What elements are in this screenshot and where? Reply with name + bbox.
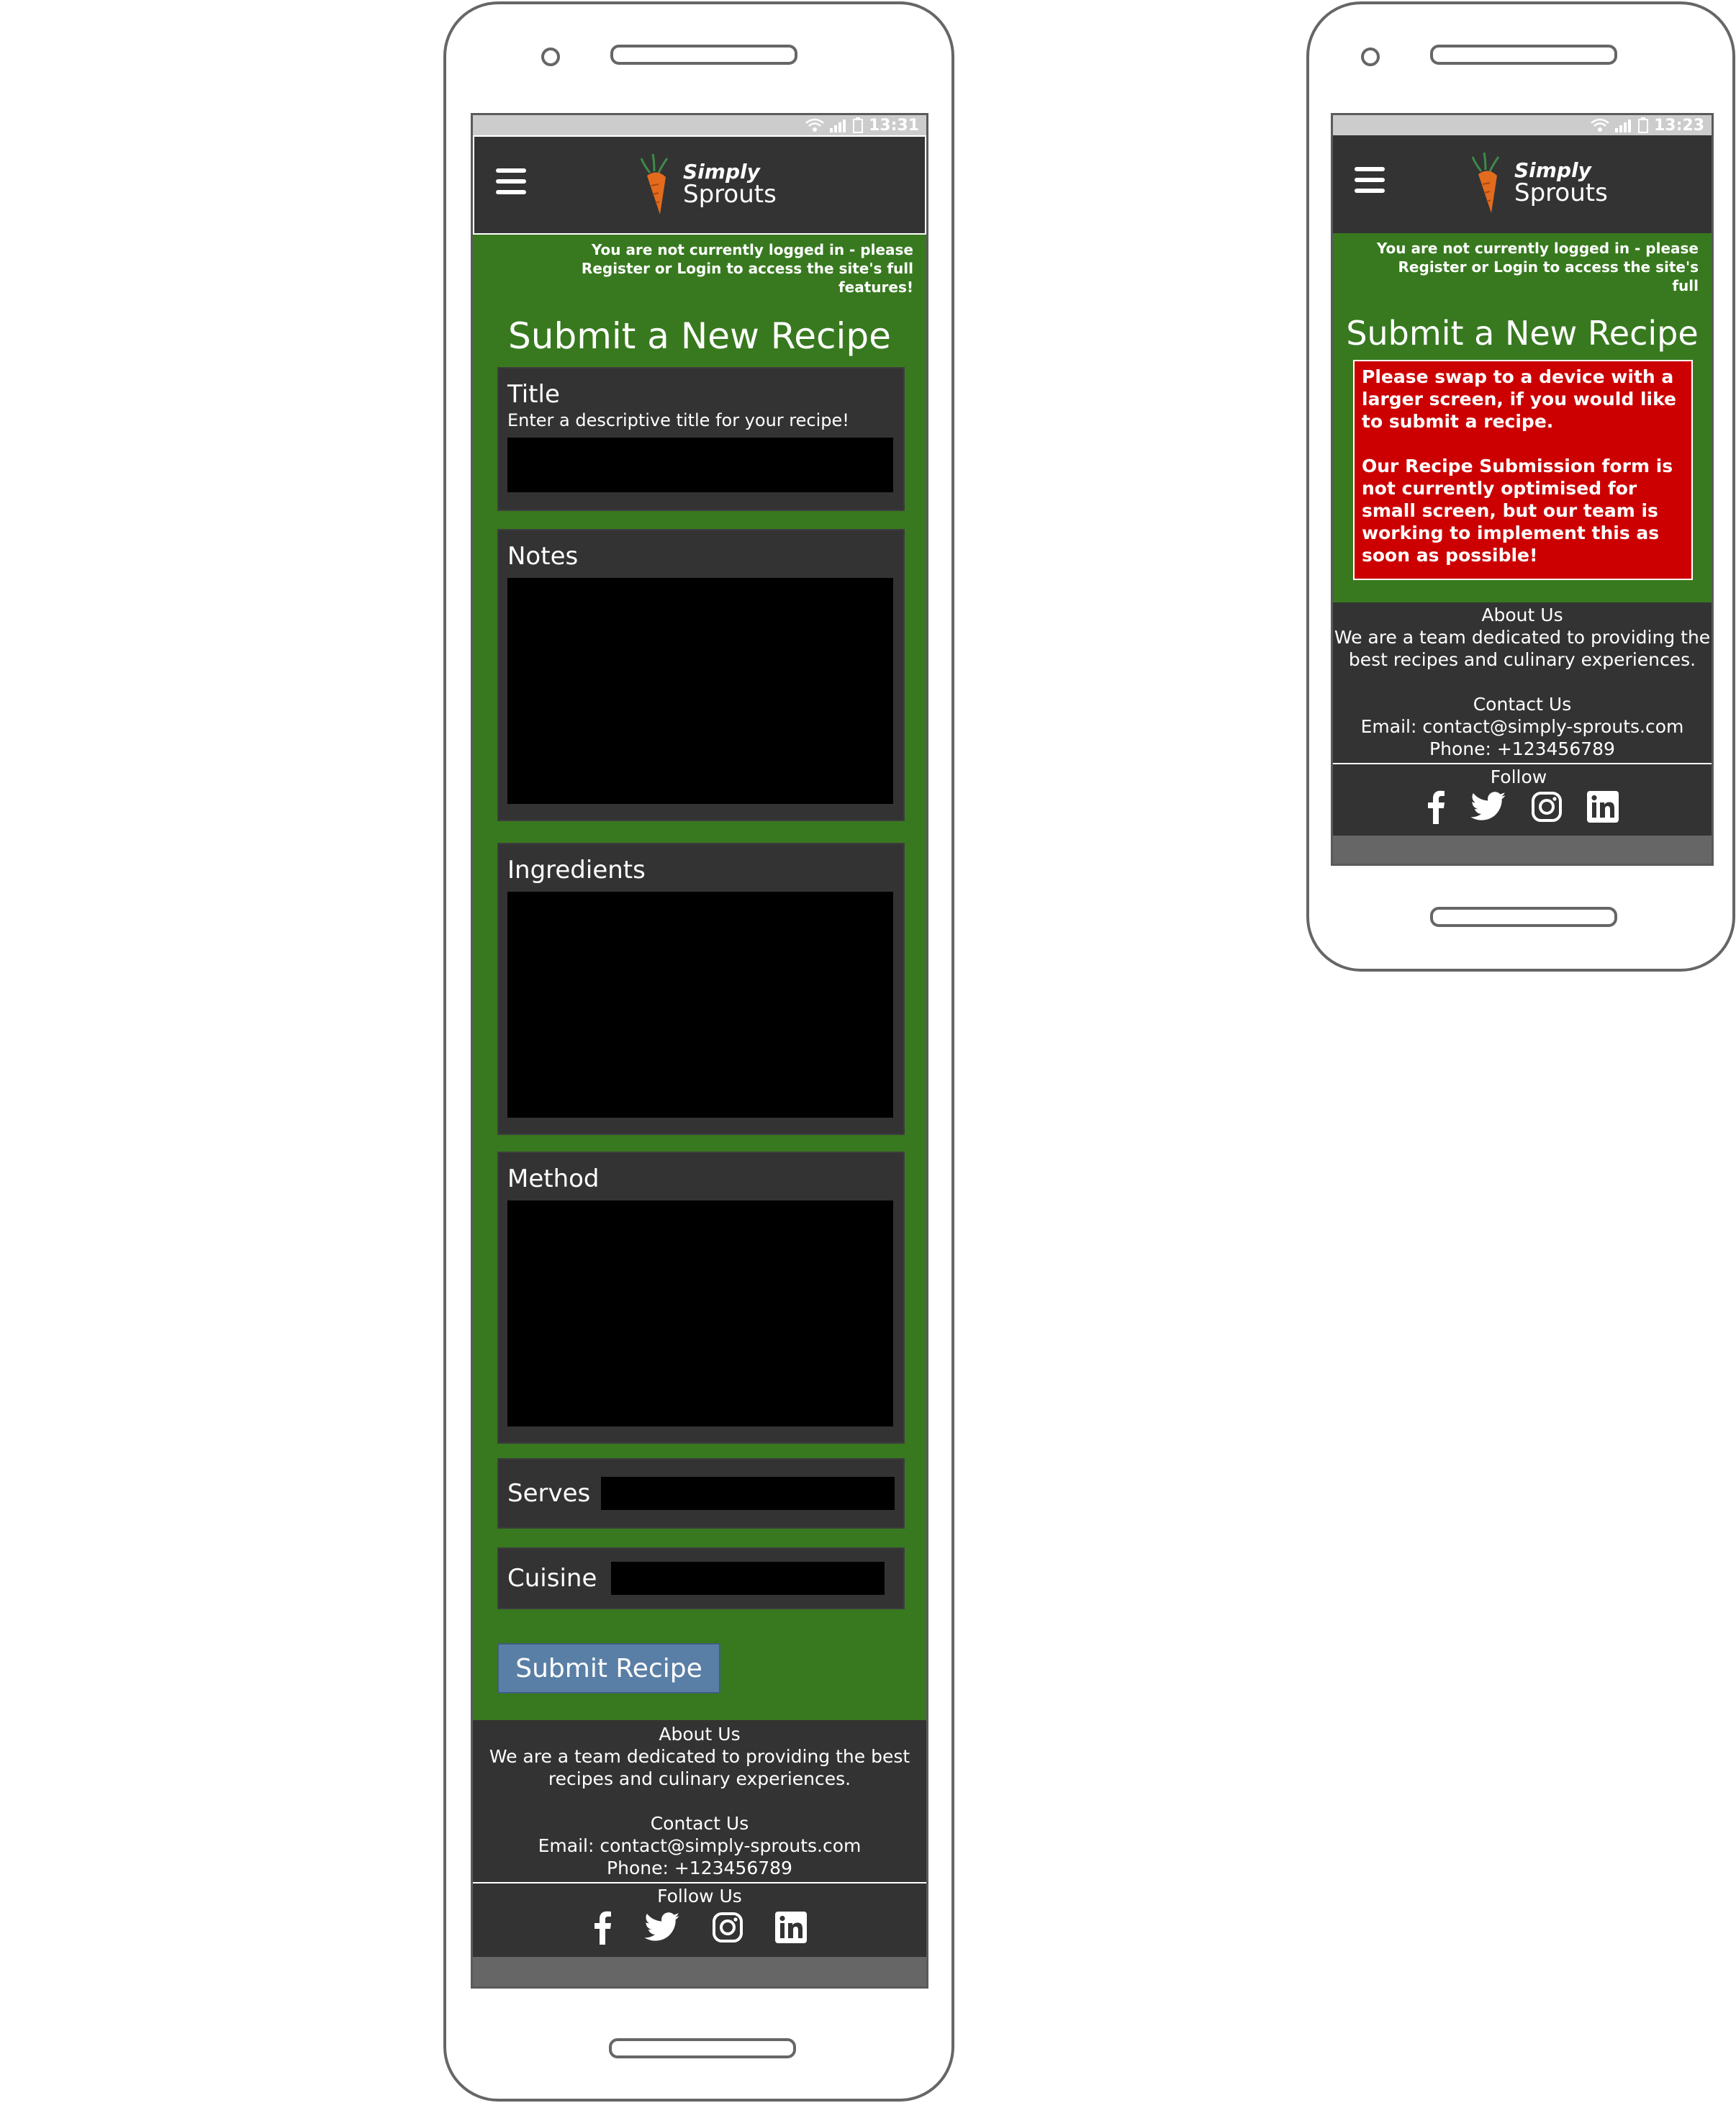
contact-email: Email: contact@simply-sprouts.com [538, 1835, 862, 1856]
page-title: Submit a New Recipe [508, 315, 891, 357]
site-logo[interactable]: Simply Sprouts [1468, 150, 1608, 216]
about-text-line2: recipes and culinary experiences. [548, 1768, 851, 1789]
logo-text-sprouts: Sprouts [1514, 178, 1608, 207]
ingredients-textarea[interactable] [507, 892, 893, 1118]
twitter-icon[interactable] [1470, 792, 1506, 822]
instagram-icon[interactable] [712, 1912, 743, 1943]
contact-email: Email: contact@simply-sprouts.com [1360, 716, 1684, 737]
speaker-grille [1430, 45, 1617, 65]
page-title: Submit a New Recipe [1346, 314, 1699, 353]
site-logo[interactable]: Simply Sprouts [637, 151, 777, 217]
login-notice: You are not currently logged in - please… [581, 241, 913, 296]
login-notice: You are not currently logged in - please… [1376, 240, 1699, 294]
title-help-text: Enter a descriptive title for your recip… [507, 410, 849, 430]
ingredients-field-panel: Ingredients [497, 843, 905, 1135]
follow-heading: Follow [1490, 766, 1547, 787]
linkedin-icon[interactable] [775, 1912, 807, 1943]
ingredients-label: Ingredients [507, 856, 646, 885]
cuisine-field-panel: Cuisine [497, 1547, 905, 1609]
screen-submit-form: 13:31 Simply Sprouts You are not current… [471, 113, 928, 1989]
status-bar: 13:23 [1333, 115, 1712, 135]
status-time: 13:31 [868, 116, 919, 135]
method-label: Method [507, 1164, 600, 1193]
follow-section: Follow Us [473, 1882, 926, 1948]
top-navbar: Simply Sprouts [1333, 135, 1712, 233]
top-navbar: Simply Sprouts [473, 135, 926, 235]
contact-heading: Contact Us [1473, 694, 1572, 715]
cuisine-input[interactable] [611, 1562, 885, 1595]
site-footer: About Us We are a team dedicated to prov… [473, 1720, 926, 1986]
linkedin-icon[interactable] [1587, 791, 1619, 823]
method-field-panel: Method [497, 1152, 905, 1444]
notes-label: Notes [507, 542, 579, 571]
warning-text-1: Please swap to a device with a larger sc… [1362, 366, 1676, 432]
small-screen-warning: Please swap to a device with a larger sc… [1353, 360, 1693, 580]
facebook-icon[interactable] [1426, 790, 1446, 824]
serves-label: Serves [507, 1479, 591, 1508]
serves-input[interactable] [601, 1477, 895, 1510]
hamburger-menu-icon[interactable] [1355, 167, 1385, 194]
about-heading: About Us [1481, 605, 1563, 625]
social-links [473, 1907, 926, 1948]
bottom-nav-bar [473, 1957, 926, 1986]
carrot-logo-icon [1471, 152, 1500, 213]
battery-icon [852, 117, 863, 133]
title-input[interactable] [507, 438, 893, 492]
battery-icon [1637, 117, 1648, 133]
contact-phone: Phone: +123456789 [607, 1858, 792, 1878]
title-label: Title [507, 380, 560, 409]
bottom-nav-bar [1333, 836, 1712, 864]
home-bar [1430, 907, 1617, 927]
follow-section: Follow [1333, 763, 1712, 826]
carrot-logo-icon [640, 153, 669, 214]
signal-icon [829, 119, 846, 132]
speaker-grille [610, 45, 797, 65]
notes-textarea[interactable] [507, 578, 893, 804]
hamburger-menu-icon[interactable] [496, 168, 526, 196]
site-footer: About Us We are a team dedicated to prov… [1333, 602, 1712, 864]
method-textarea[interactable] [507, 1200, 893, 1426]
wifi-icon [805, 118, 824, 132]
serves-field-panel: Serves [497, 1458, 905, 1529]
camera-icon [541, 48, 560, 66]
notes-field-panel: Notes [497, 529, 905, 821]
home-bar [609, 2038, 796, 2058]
logo-text-simply: Simply [683, 160, 760, 184]
submit-recipe-button[interactable]: Submit Recipe [497, 1643, 720, 1693]
contact-phone: Phone: +123456789 [1429, 738, 1615, 759]
instagram-icon[interactable] [1531, 791, 1563, 823]
camera-icon [1361, 48, 1380, 66]
follow-heading: Follow Us [657, 1886, 742, 1907]
title-field-panel: Title Enter a descriptive title for your… [497, 367, 905, 511]
about-text-line1: We are a team dedicated to providing the… [489, 1746, 910, 1767]
warning-text-2: Our Recipe Submission form is not curren… [1362, 456, 1673, 566]
wifi-icon [1591, 118, 1609, 132]
signal-icon [1614, 119, 1631, 132]
facebook-icon[interactable] [592, 1910, 612, 1945]
status-bar: 13:31 [473, 115, 926, 135]
contact-heading: Contact Us [650, 1813, 749, 1834]
screen-small-warning: 13:23 Simply Sprouts You are not current… [1331, 113, 1714, 866]
about-text-line2: best recipes and culinary experiences. [1348, 649, 1696, 670]
twitter-icon[interactable] [644, 1912, 680, 1943]
cuisine-label: Cuisine [507, 1564, 597, 1593]
social-links [1333, 788, 1712, 826]
about-text-line1: We are a team dedicated to providing the [1334, 627, 1711, 648]
status-time: 13:23 [1653, 116, 1704, 135]
logo-text-sprouts: Sprouts [683, 180, 777, 209]
about-heading: About Us [659, 1724, 741, 1745]
logo-text-simply: Simply [1514, 158, 1591, 182]
